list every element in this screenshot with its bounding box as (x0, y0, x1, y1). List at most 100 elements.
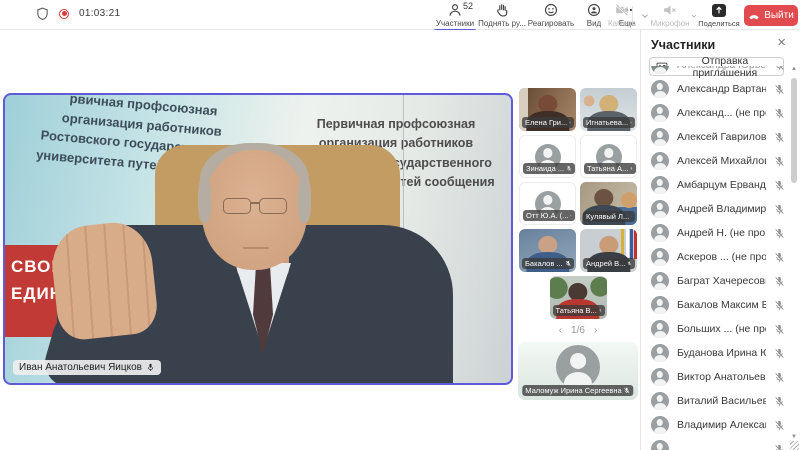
scroll-down-icon[interactable]: ▼ (789, 434, 799, 440)
participant-row[interactable]: Андрей Владимирович ... (641, 197, 788, 221)
avatar (651, 200, 669, 218)
meeting-stage: рвичная профсоюзная организация работник… (0, 30, 640, 450)
mic-muted-icon (565, 260, 571, 267)
speaker-hair-left (198, 177, 211, 223)
avatar (556, 345, 600, 389)
mic-muted-icon (774, 348, 785, 359)
participant-name-tag: Бакалов ... (522, 258, 574, 269)
participants-panel: Участники × Отправка приглашения Алексан… (640, 30, 800, 450)
participant-row[interactable]: Больших ... (не проверено) (641, 317, 788, 341)
mic-muted-icon (774, 252, 785, 263)
avatar (651, 128, 669, 146)
camera-options-chevron-icon[interactable] (640, 3, 650, 29)
participants-list: Александра Юрьевна Бер... Александр Варт… (641, 66, 788, 450)
participant-row[interactable]: Бакалов Максим Владим... (641, 293, 788, 317)
react-button[interactable]: Реагировать (527, 3, 575, 29)
participant-row[interactable]: Андрей Н. (не проверено) (641, 221, 788, 245)
speaker-glasses (219, 198, 291, 216)
avatar (651, 440, 669, 450)
mic-on-icon (146, 363, 155, 372)
mic-muted-icon (569, 119, 571, 126)
participant-name-tag: Елена Гри... (522, 117, 574, 128)
mic-muted-icon (774, 228, 785, 239)
participant-row[interactable]: Алексей Михайлович Ля... (641, 149, 788, 173)
avatar (651, 320, 669, 338)
mic-muted-icon (627, 260, 632, 267)
mic-muted-icon (774, 276, 785, 287)
mic-muted-icon (774, 180, 785, 191)
participant-row[interactable]: Александра Юрьевна Бер... (641, 66, 788, 77)
mic-muted-icon (774, 396, 785, 407)
leave-call-button[interactable]: Выйти (744, 5, 798, 26)
video-tile[interactable]: Андрей В... (580, 229, 637, 272)
mic-muted-icon (774, 420, 785, 431)
participant-row[interactable]: Александ... (не проверено) (641, 101, 788, 125)
scroll-up-icon[interactable]: ▲ (789, 66, 799, 72)
mic-muted-icon (774, 132, 785, 143)
avatar (651, 152, 669, 170)
participants-button[interactable]: 52 Участники (433, 3, 477, 29)
window-resize-grip[interactable] (790, 441, 799, 450)
video-tile[interactable]: Елена Гри... (519, 88, 576, 131)
avatar (651, 392, 669, 410)
participants-scrollbar: ▲ ▼ (789, 66, 799, 440)
mic-muted-icon (624, 387, 631, 394)
participant-row[interactable]: Виталий Васильевич Ша... (641, 389, 788, 413)
participant-row[interactable]: Аскеров ... (не проверено) (641, 245, 788, 269)
avatar (651, 368, 669, 386)
microphone-options-chevron-icon[interactable] (690, 3, 698, 29)
pagination-prev-icon[interactable]: ‹ (559, 325, 562, 336)
camera-off-icon (615, 3, 629, 17)
participant-row[interactable]: Амбарцум Ервандович Х... (641, 173, 788, 197)
view-icon (587, 3, 601, 17)
mic-muted-icon (774, 372, 785, 383)
participants-count-badge: 52 (463, 1, 473, 11)
main-speaker-video[interactable]: рвичная профсоюзная организация работник… (3, 93, 513, 385)
top-toolbar: 01:03:21 52 Участники Поднять ру... Реаг… (0, 0, 800, 30)
hangup-phone-icon (748, 10, 760, 22)
participant-name-tag: Отт Ю.А. (... (523, 210, 575, 221)
raise-hand-button[interactable]: Поднять ру... (480, 3, 524, 29)
speaker-mouth (243, 247, 269, 249)
featured-participant-tile[interactable]: Маломуж Ирина Сергеевна (518, 342, 638, 400)
avatar-tile[interactable]: Отт Ю.А. (... (519, 182, 576, 225)
mic-muted-icon (774, 108, 785, 119)
panel-title: Участники (651, 38, 715, 52)
video-tile[interactable]: Игнатьева... (580, 88, 637, 131)
avatar (651, 80, 669, 98)
participant-row[interactable]: Баграт Хачересович Куль... (641, 269, 788, 293)
avatar (651, 104, 669, 122)
avatar (651, 66, 669, 74)
participant-row[interactable]: Виктор Анатольевич Фи... (641, 365, 788, 389)
mic-muted-icon (631, 213, 632, 220)
video-tile[interactable]: Кулявый Л... (580, 182, 637, 225)
mic-muted-icon (774, 300, 785, 311)
participant-row[interactable]: Алексей Гаврилович Плу... (641, 125, 788, 149)
participant-row[interactable]: Владимир Александрови... (641, 413, 788, 437)
pagination-next-icon[interactable]: › (594, 325, 597, 336)
close-icon[interactable]: × (777, 34, 786, 51)
participant-name-tag: Татьяна А... (584, 163, 636, 174)
participant-row[interactable]: Александр Вартанович Ч... (641, 77, 788, 101)
microphone-button[interactable]: Микрофон (650, 3, 690, 29)
participant-row[interactable]: Буданова Ирина Юрьевна (641, 341, 788, 365)
participant-name-tag: Зинаида ... (523, 163, 575, 174)
avatar-tile[interactable]: Татьяна А... (580, 135, 637, 178)
avatar (651, 248, 669, 266)
video-conference-window: 01:03:21 52 Участники Поднять ру... Реаг… (0, 0, 800, 450)
avatar (651, 344, 669, 362)
video-tile[interactable]: Татьяна В... (550, 276, 607, 319)
avatar (651, 224, 669, 242)
participant-name-tag: Маломуж Ирина Сергеевна (522, 385, 633, 396)
scrollbar-thumb[interactable] (791, 78, 797, 183)
speaker-muted-icon (663, 3, 677, 17)
speaker-raised-hand (48, 219, 159, 342)
camera-button[interactable]: Камера (604, 3, 640, 29)
share-button[interactable]: Поделиться (698, 3, 740, 29)
video-tile[interactable]: Бакалов ... (519, 229, 576, 272)
smiley-icon (544, 3, 558, 17)
call-timer: 01:03:21 (79, 8, 120, 19)
avatar-tile[interactable]: Зинаида ... (519, 135, 576, 178)
participant-row[interactable] (641, 437, 788, 450)
avatar (651, 416, 669, 434)
